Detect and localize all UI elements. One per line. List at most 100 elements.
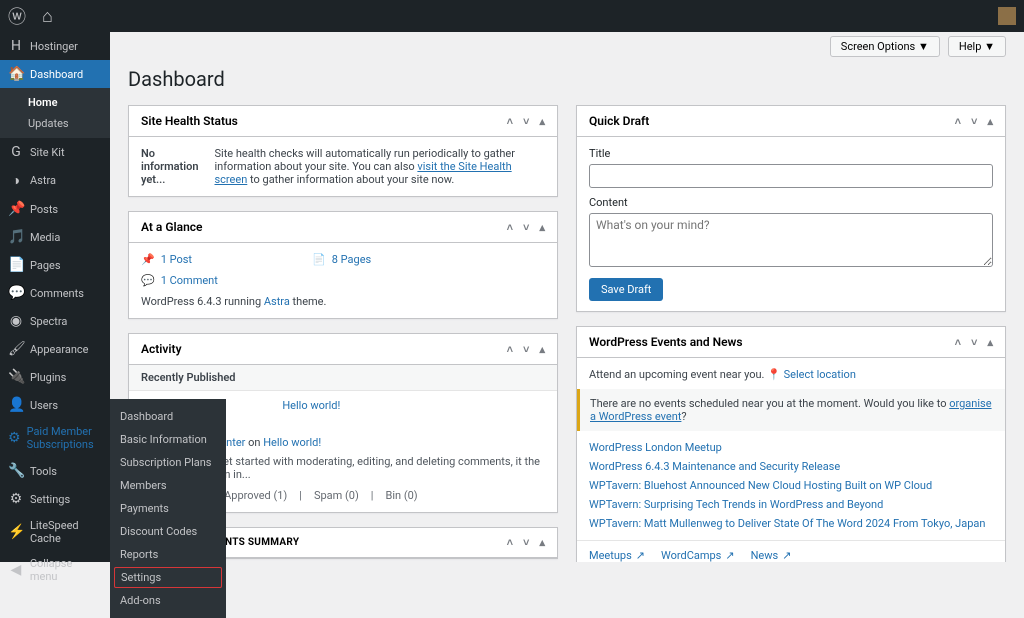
sidebar-item-media[interactable]: 🎵Media (0, 223, 110, 251)
sidebar-item-hostinger[interactable]: HHostinger (0, 32, 110, 60)
submenu-updates[interactable]: Updates (0, 113, 110, 134)
down-icon[interactable]: ˅ (971, 336, 977, 349)
activity-post-link[interactable]: Hello world! (282, 399, 340, 412)
quick-draft-title: Quick Draft (589, 114, 649, 128)
down-icon[interactable]: ˅ (523, 536, 529, 549)
up-icon[interactable]: ˄ (507, 115, 513, 128)
sidebar-item-astra[interactable]: ◑Astra (0, 166, 110, 195)
help-button[interactable]: Help ▼ (948, 36, 1006, 57)
posts-link[interactable]: 1 Post (161, 253, 192, 266)
news-link[interactable]: News↗ (751, 549, 792, 562)
meetups-link[interactable]: Meetups↗ (589, 549, 645, 562)
sidebar-item-pages[interactable]: 📄Pages (0, 251, 110, 279)
draft-title-input[interactable] (589, 164, 993, 188)
wp-version: WordPress 6.4.3 running Astra theme. (141, 295, 545, 308)
at-a-glance-box: At a Glance ˄˅▴ 📌1 Post 📄8 Pages 💬1 Comm… (128, 211, 558, 319)
up-icon[interactable]: ˄ (955, 336, 961, 349)
up-icon[interactable]: ˄ (955, 115, 961, 128)
toggle-icon[interactable]: ▴ (987, 115, 993, 128)
flyout-members[interactable]: Members (110, 474, 226, 497)
toggle-icon[interactable]: ▴ (539, 115, 545, 128)
flyout-payments[interactable]: Payments (110, 497, 226, 520)
toggle-icon[interactable]: ▴ (539, 536, 545, 549)
sidebar-item-dashboard[interactable]: 🏠Dashboard (0, 60, 110, 88)
news-item[interactable]: WPTavern: Surprising Tech Trends in Word… (589, 498, 993, 511)
flyout-settings[interactable]: Settings (114, 567, 222, 588)
comment-post-link[interactable]: Hello world! (263, 436, 321, 449)
news-item[interactable]: WordPress London Meetup (589, 441, 993, 454)
draft-content-label: Content (589, 196, 993, 209)
up-icon[interactable]: ˄ (507, 343, 513, 356)
sidebar-item-sitekit[interactable]: GSite Kit (0, 138, 110, 166)
down-icon[interactable]: ˅ (971, 115, 977, 128)
screen-options-button[interactable]: Screen Options ▼ (830, 36, 940, 57)
draft-content-textarea[interactable] (589, 213, 993, 267)
external-icon: ↗ (725, 549, 734, 562)
flyout-subscription-plans[interactable]: Subscription Plans (110, 451, 226, 474)
flyout-addons[interactable]: Add-ons (110, 589, 226, 612)
news-list: WordPress London Meetup WordPress 6.4.3 … (589, 441, 993, 530)
mod-bin[interactable]: Bin (0) (385, 489, 417, 502)
flyout-reports[interactable]: Reports (110, 543, 226, 566)
mod-approved[interactable]: Approved (1) (224, 489, 287, 502)
news-item[interactable]: WPTavern: Matt Mullenweg to Deliver Stat… (589, 517, 993, 530)
toggle-icon[interactable]: ▴ (539, 221, 545, 234)
comments-link[interactable]: 1 Comment (161, 274, 218, 287)
hostinger-icon: H (8, 38, 24, 54)
sidebar-item-pms[interactable]: ⚙Paid Member Subscriptions (0, 419, 110, 457)
wordcamps-link[interactable]: WordCamps↗ (661, 549, 735, 562)
select-location-link[interactable]: Select location (784, 368, 856, 381)
pin-icon: 📌 (141, 253, 155, 266)
home-icon[interactable]: ⌂ (42, 6, 53, 27)
flyout-discount-codes[interactable]: Discount Codes (110, 520, 226, 543)
activity-title: Activity (141, 342, 182, 356)
down-icon[interactable]: ˅ (523, 343, 529, 356)
external-icon: ↗ (782, 549, 791, 562)
up-icon[interactable]: ˄ (507, 536, 513, 549)
lightning-icon: ⚡ (8, 524, 24, 540)
news-item[interactable]: WPTavern: Bluehost Announced New Cloud H… (589, 479, 993, 492)
sidebar-item-comments[interactable]: 💬Comments (0, 279, 110, 307)
sidebar-item-spectra[interactable]: ◉Spectra (0, 307, 110, 335)
site-health-title: Site Health Status (141, 114, 238, 128)
glance-title: At a Glance (141, 220, 203, 234)
avatar[interactable] (998, 7, 1016, 25)
location-icon: 📍 (767, 368, 781, 381)
plugin-icon: 🔌 (8, 369, 24, 385)
page-title: Dashboard (128, 67, 1006, 91)
sidebar-item-tools[interactable]: 🔧Tools (0, 457, 110, 485)
pms-flyout: Dashboard Basic Information Subscription… (110, 399, 226, 618)
sidebar-item-posts[interactable]: 📌Posts (0, 195, 110, 223)
spectra-icon: ◉ (8, 313, 24, 329)
dashboard-icon: 🏠 (8, 66, 24, 82)
user-icon: 👤 (8, 397, 24, 413)
flyout-dashboard[interactable]: Dashboard (110, 405, 226, 428)
wordpress-logo-icon[interactable]: ⓦ (8, 3, 26, 29)
settings-icon: ⚙ (8, 491, 24, 507)
toggle-icon[interactable]: ▴ (539, 343, 545, 356)
sidebar-item-plugins[interactable]: 🔌Plugins (0, 363, 110, 391)
sidebar-item-settings[interactable]: ⚙Settings (0, 485, 110, 513)
down-icon[interactable]: ˅ (523, 115, 529, 128)
site-health-box: Site Health Status ˄˅▴ No information ye… (128, 105, 558, 197)
up-icon[interactable]: ˄ (507, 221, 513, 234)
down-icon[interactable]: ˅ (523, 221, 529, 234)
pages-link[interactable]: 8 Pages (332, 253, 371, 266)
events-news-box: WordPress Events and News ˄˅▴ Attend an … (576, 326, 1006, 562)
submenu-home[interactable]: Home (0, 92, 110, 113)
sidebar-item-appearance[interactable]: 🖌Appearance (0, 335, 110, 363)
mod-spam[interactable]: Spam (0) (314, 489, 359, 502)
comment-icon: 💬 (8, 285, 24, 301)
toggle-icon[interactable]: ▴ (987, 336, 993, 349)
sidebar-item-users[interactable]: 👤Users (0, 391, 110, 419)
sidebar-collapse[interactable]: ◀Collapse menu (0, 551, 110, 589)
health-description: Site health checks will automatically ru… (214, 147, 545, 186)
admin-sidebar: HHostinger 🏠Dashboard Home Updates GSite… (0, 32, 110, 562)
sitekit-icon: G (8, 144, 24, 160)
events-title: WordPress Events and News (589, 335, 743, 349)
news-item[interactable]: WordPress 6.4.3 Maintenance and Security… (589, 460, 993, 473)
theme-link[interactable]: Astra (264, 295, 290, 308)
sidebar-item-litespeed[interactable]: ⚡LiteSpeed Cache (0, 513, 110, 551)
flyout-basic-info[interactable]: Basic Information (110, 428, 226, 451)
save-draft-button[interactable]: Save Draft (589, 278, 663, 301)
